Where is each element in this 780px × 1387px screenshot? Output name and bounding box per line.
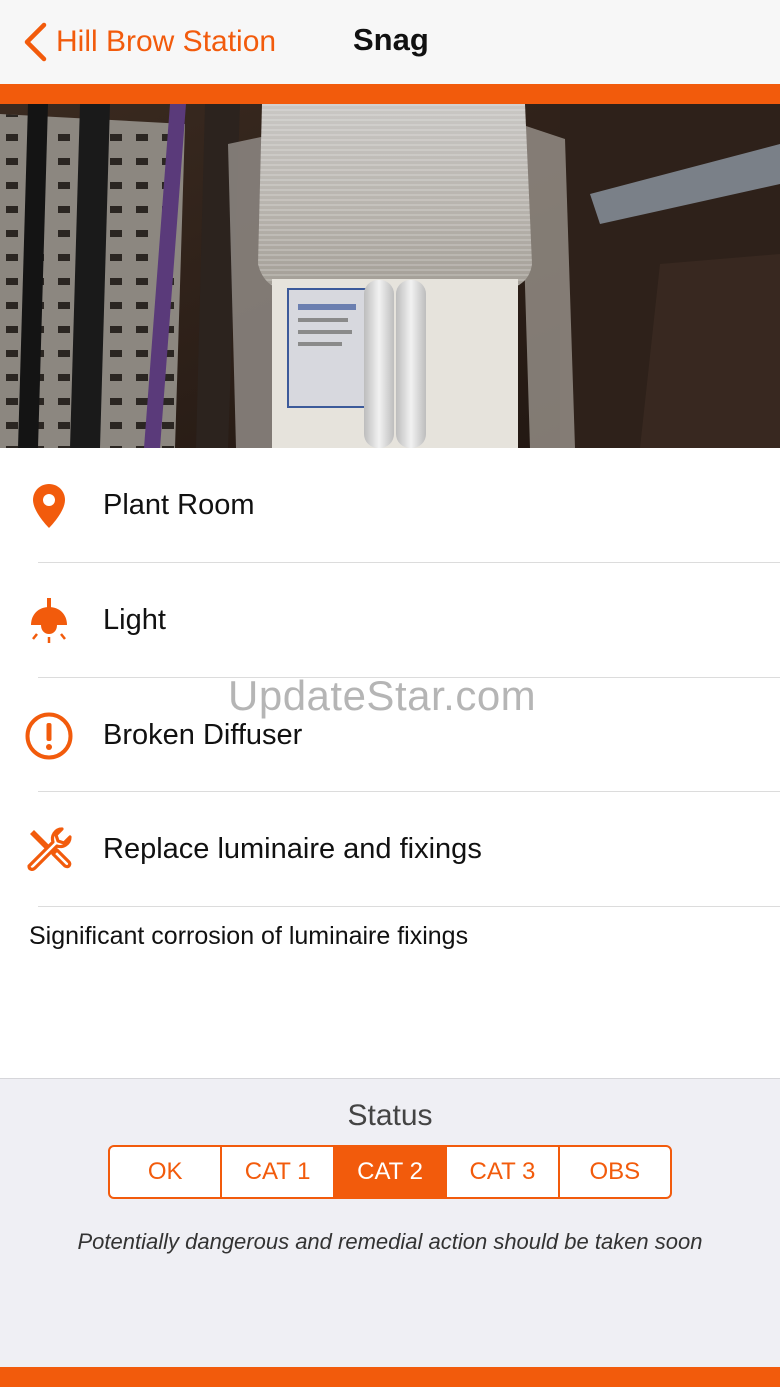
divider [38, 906, 780, 907]
status-description: Potentially dangerous and remedial actio… [77, 1229, 703, 1254]
ceiling-light-icon [24, 596, 74, 646]
navigation-bar: Hill Brow Station Snag [0, 0, 780, 84]
bottom-accent-bar [0, 1367, 780, 1387]
issue-label: Broken Diffuser [103, 719, 303, 751]
watermark: UpdateStar.com [228, 672, 537, 719]
page-title: Snag [353, 22, 429, 57]
chevron-left-icon [24, 22, 47, 62]
status-title: Status [347, 1099, 433, 1132]
location-label: Plant Room [103, 489, 255, 521]
status-option-cat2[interactable]: CAT 2 [334, 1147, 448, 1197]
status-option-cat1[interactable]: CAT 1 [222, 1147, 335, 1197]
tools-icon [24, 825, 74, 875]
location-pin-icon [24, 481, 74, 531]
status-option-obs[interactable]: OBS [560, 1147, 670, 1197]
back-button-label: Hill Brow Station [56, 25, 277, 58]
location-row[interactable]: Plant Room [0, 448, 780, 563]
status-option-cat3[interactable]: CAT 3 [447, 1147, 560, 1197]
accent-bar [0, 84, 780, 104]
snag-description: Significant corrosion of luminaire fixin… [29, 922, 469, 950]
status-segmented-control: OK CAT 1 CAT 2 CAT 3 OBS [108, 1145, 672, 1199]
snag-photo[interactable] [0, 104, 780, 448]
status-panel: Status OK CAT 1 CAT 2 CAT 3 OBS Potentia… [0, 1078, 780, 1367]
status-option-ok[interactable]: OK [110, 1147, 223, 1197]
action-label: Replace luminaire and fixings [103, 833, 482, 865]
action-row[interactable]: Replace luminaire and fixings [0, 792, 780, 907]
asset-label: Light [103, 604, 166, 636]
back-button[interactable]: Hill Brow Station [22, 18, 276, 66]
asset-row[interactable]: Light [0, 563, 780, 678]
exclamation-circle-icon [24, 711, 74, 761]
